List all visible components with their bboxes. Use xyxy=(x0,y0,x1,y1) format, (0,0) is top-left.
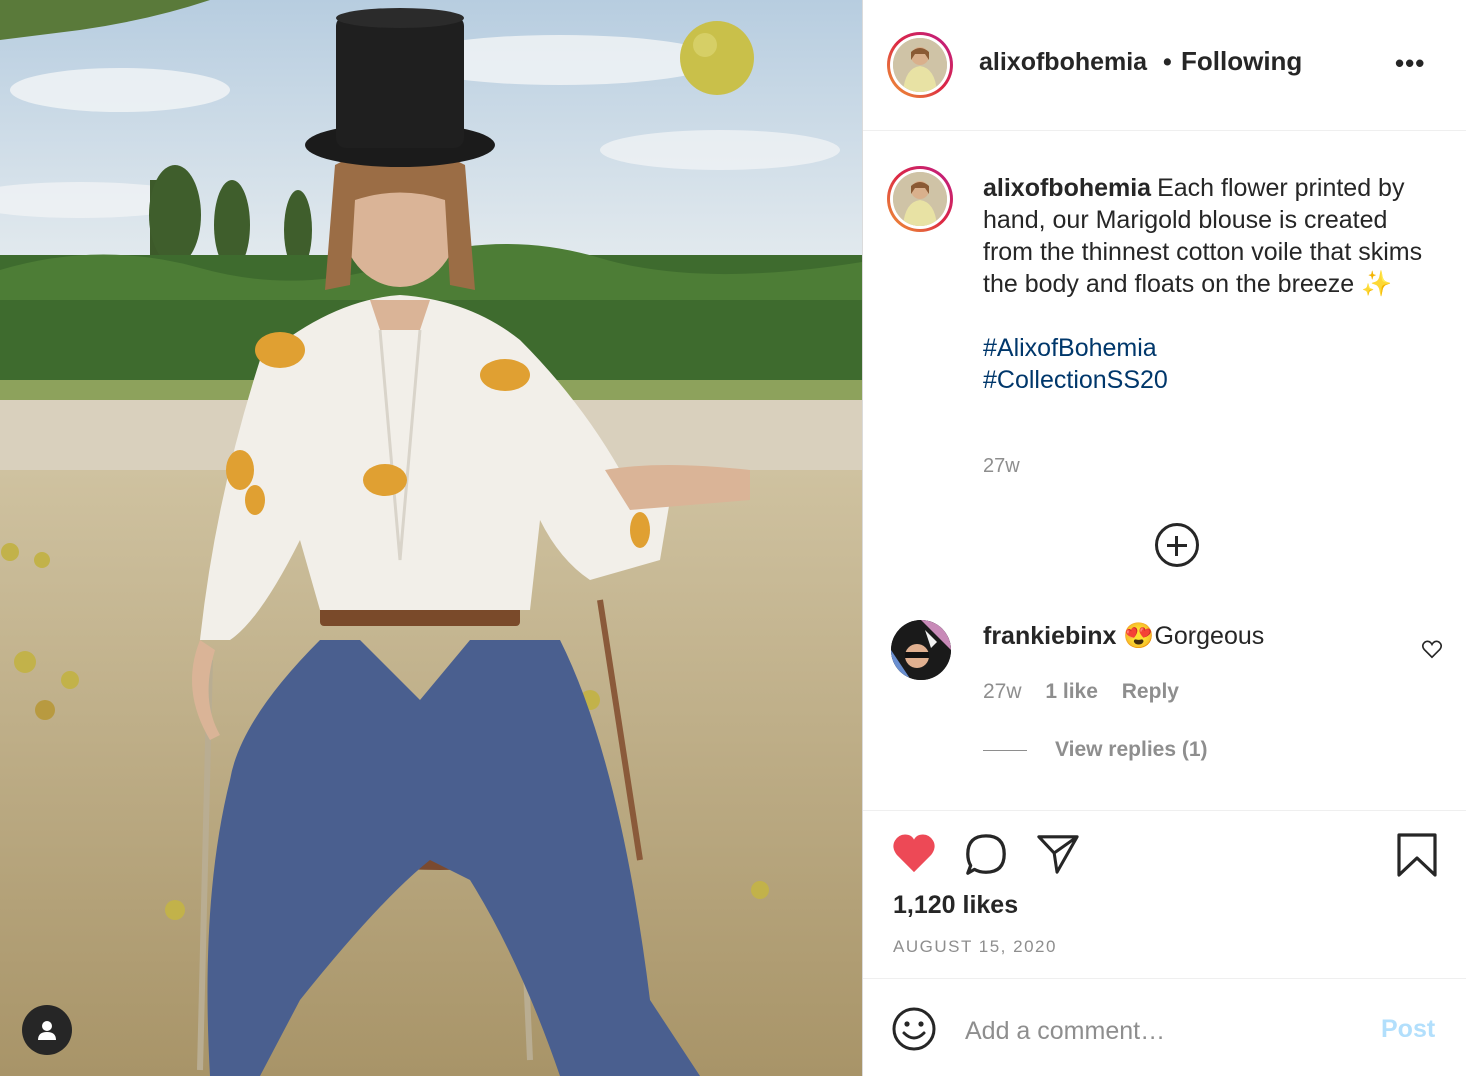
reply-button[interactable]: Reply xyxy=(1122,680,1179,703)
comment-meta: 27w 1 like Reply xyxy=(983,680,1197,704)
caption-avatar-image xyxy=(893,172,947,226)
caption-time[interactable]: 27w xyxy=(983,455,1020,478)
hashtag-link[interactable]: #AlixofBohemia xyxy=(983,332,1443,364)
post-image xyxy=(0,0,862,1076)
divider xyxy=(863,810,1466,811)
author-avatar[interactable] xyxy=(887,32,953,98)
post-caption: alixofbohemia Each flower printed by hand… xyxy=(983,172,1443,396)
share-icon[interactable] xyxy=(1035,832,1081,876)
following-button[interactable]: Following xyxy=(1181,46,1302,77)
like-heart-icon[interactable] xyxy=(891,832,937,874)
post-photo[interactable] xyxy=(0,0,862,1076)
comment-likes[interactable]: 1 like xyxy=(1045,680,1098,703)
author-avatar-image xyxy=(893,38,947,92)
commenter-avatar-image xyxy=(891,620,951,680)
author-username[interactable]: alixofbohemia xyxy=(979,48,1147,77)
post-header: alixofbohemia • Following ••• xyxy=(863,0,1466,131)
more-options-icon[interactable]: ••• xyxy=(1395,48,1425,79)
comment-icon[interactable] xyxy=(963,832,1009,878)
comment-like-heart-icon[interactable] xyxy=(1421,638,1443,660)
user-tag-icon xyxy=(38,1021,56,1040)
comment-text: 😍Gorgeous xyxy=(1123,622,1265,650)
load-more-comments-icon[interactable] xyxy=(1155,523,1199,567)
post-comment-button[interactable]: Post xyxy=(1381,1015,1435,1044)
commenter-username[interactable]: frankiebinx xyxy=(983,622,1116,650)
comment: frankiebinx 😍Gorgeous xyxy=(983,622,1264,651)
hashtag-link[interactable]: #CollectionSS20 xyxy=(983,364,1443,396)
likes-count[interactable]: 1,120 likes xyxy=(893,891,1018,920)
commenter-avatar[interactable] xyxy=(891,620,951,680)
post-date[interactable]: AUGUST 15, 2020 xyxy=(893,937,1057,957)
replies-divider xyxy=(983,750,1027,751)
emoji-icon[interactable] xyxy=(891,1006,937,1052)
comment-time[interactable]: 27w xyxy=(983,680,1022,703)
post-details-panel: alixofbohemia • Following ••• alixofbohe… xyxy=(862,0,1466,1076)
caption-author-avatar[interactable] xyxy=(887,166,953,232)
view-replies-button[interactable]: View replies (1) xyxy=(1055,738,1208,762)
caption-username[interactable]: alixofbohemia xyxy=(983,174,1151,202)
follow-separator: • xyxy=(1163,48,1172,76)
divider xyxy=(863,978,1466,979)
comment-input[interactable] xyxy=(963,1010,1347,1052)
user-tag-button[interactable] xyxy=(22,1005,72,1055)
bookmark-icon[interactable] xyxy=(1395,832,1439,878)
